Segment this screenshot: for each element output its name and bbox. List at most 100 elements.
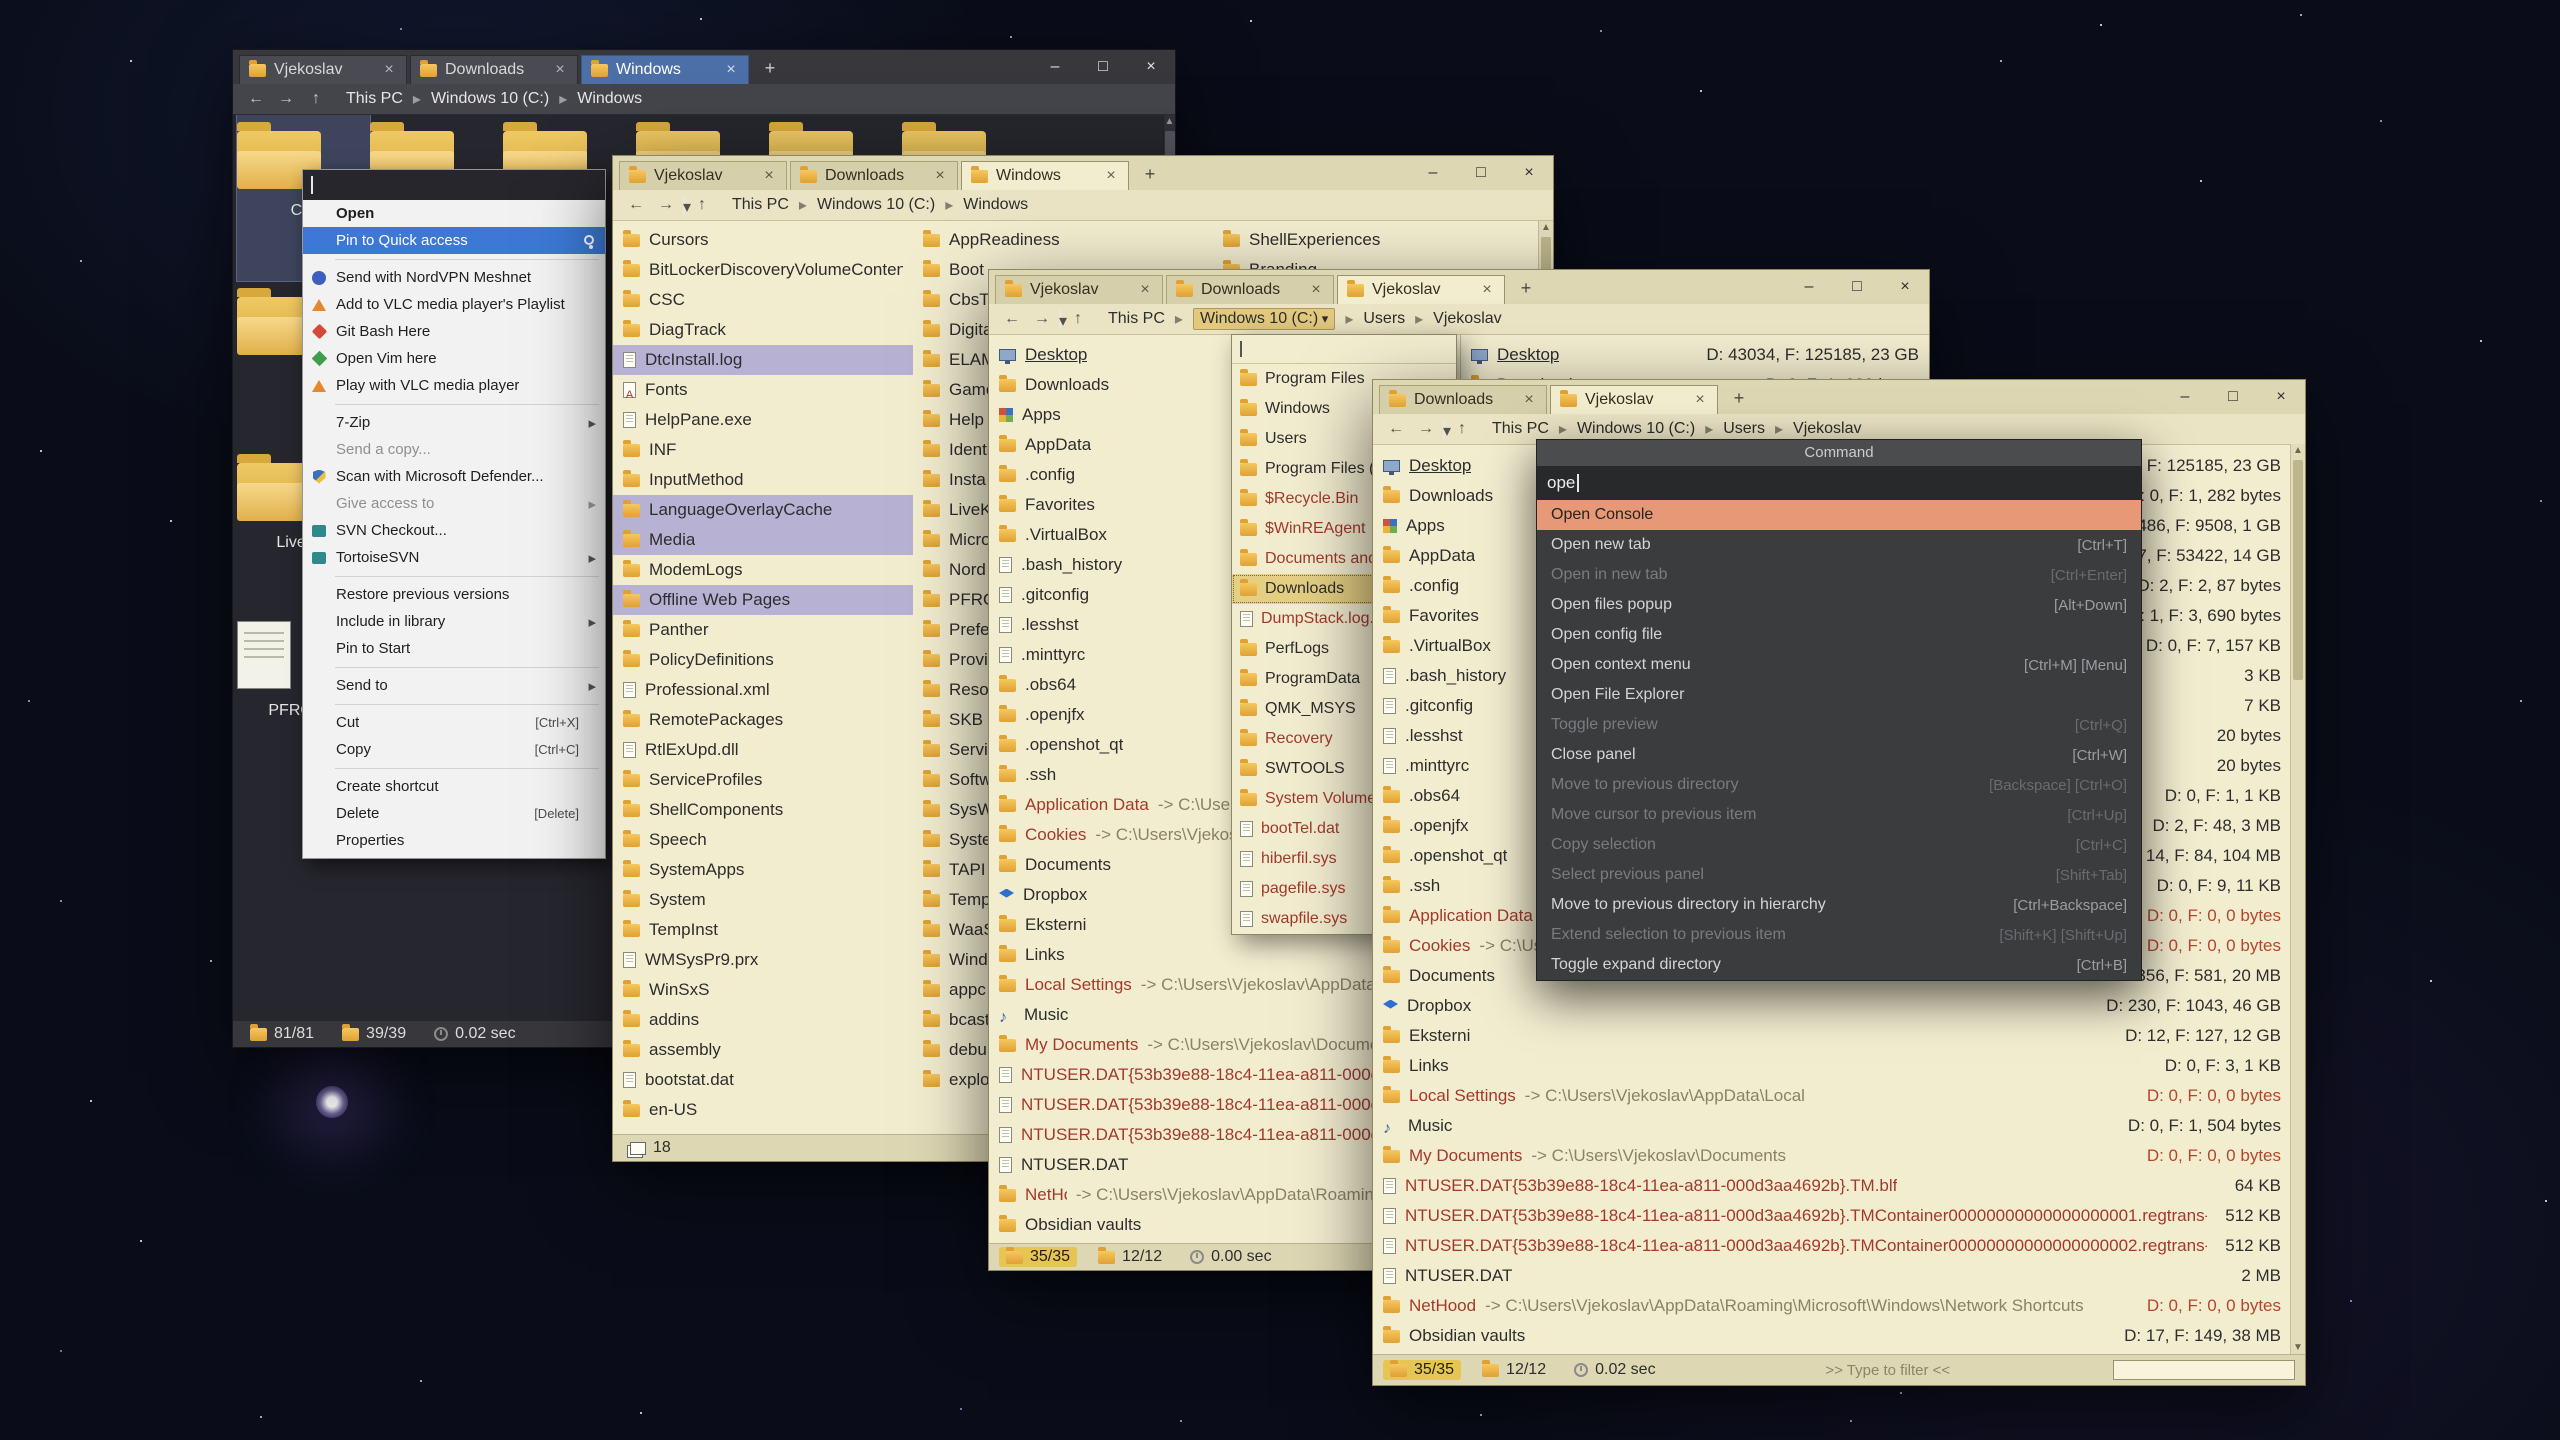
file-row[interactable]: bootstat.dat xyxy=(613,1065,913,1095)
close-button[interactable] xyxy=(2257,382,2305,412)
file-row[interactable]: Music D: 0, F: 1, 504 bytes xyxy=(1373,1111,2291,1141)
file-row[interactable]: RtlExUpd.dll xyxy=(613,735,913,765)
context-menu-item[interactable]: Send a copy... xyxy=(303,436,605,463)
context-menu-item[interactable]: Create shortcut xyxy=(303,773,605,800)
command-item[interactable]: Open in new tab [Ctrl+Enter] xyxy=(1537,560,2141,590)
tab-close-icon[interactable] xyxy=(1137,281,1153,299)
file-row[interactable]: Panther xyxy=(613,615,913,645)
context-menu-item[interactable]: Add to VLC media player's Playlist xyxy=(303,291,605,318)
file-row[interactable]: WMSysPr9.prx xyxy=(613,945,913,975)
file-row[interactable]: Local Settings -> C:\Users\Vjekoslav\App… xyxy=(1373,1081,2291,1111)
context-menu-item[interactable]: Copy [Ctrl+C] xyxy=(303,736,605,763)
context-menu-item[interactable]: TortoiseSVN xyxy=(303,544,605,571)
file-row[interactable]: TempInst xyxy=(613,915,913,945)
breadcrumb-item[interactable]: Windows xyxy=(958,194,1033,216)
command-item[interactable]: Open new tab [Ctrl+T] xyxy=(1537,530,2141,560)
command-item[interactable]: Toggle expand directory [Ctrl+B] xyxy=(1537,950,2141,980)
breadcrumb-item[interactable]: This PC xyxy=(1487,417,1572,441)
file-row[interactable]: DiagTrack xyxy=(613,315,913,345)
file-row[interactable]: ShellComponents xyxy=(613,795,913,825)
tab[interactable]: Vjekoslav xyxy=(1550,385,1718,414)
file-row[interactable]: NTUSER.DAT{53b39e88-18c4-11ea-a811-000d3… xyxy=(1373,1231,2291,1261)
context-menu-item[interactable]: Pin to Start xyxy=(303,635,605,662)
breadcrumb-item[interactable]: Windows 10 (C:) xyxy=(1188,306,1358,332)
forward-button[interactable] xyxy=(1029,307,1055,331)
tab[interactable]: Downloads xyxy=(1166,275,1334,304)
scroll-down-icon[interactable]: ▼ xyxy=(2293,1341,2303,1355)
context-menu-item[interactable] xyxy=(303,254,605,264)
up-button[interactable] xyxy=(303,87,329,111)
file-row[interactable]: BitLockerDiscoveryVolumeContents xyxy=(613,255,913,285)
maximize-button[interactable] xyxy=(1079,52,1127,82)
back-button[interactable] xyxy=(1383,417,1409,441)
back-button[interactable] xyxy=(999,307,1025,331)
file-row[interactable]: Obsidian vaults D: 17, F: 149, 38 MB xyxy=(1373,1321,2291,1351)
command-item[interactable]: Open File Explorer xyxy=(1537,680,2141,710)
breadcrumb-item[interactable]: This PC xyxy=(1103,307,1188,331)
scroll-up-icon[interactable]: ▲ xyxy=(1541,221,1551,235)
history-dropdown-button[interactable] xyxy=(1443,420,1445,438)
back-button[interactable] xyxy=(623,193,649,217)
breadcrumb-item[interactable]: Windows 10 (C:) xyxy=(1572,417,1718,441)
new-tab-button[interactable]: + xyxy=(1510,274,1542,302)
file-row[interactable]: InputMethod xyxy=(613,465,913,495)
context-menu-item[interactable] xyxy=(303,399,605,409)
breadcrumb-item[interactable]: Users xyxy=(1358,307,1428,331)
minimize-button[interactable] xyxy=(1409,158,1457,188)
context-menu-item[interactable]: Include in library xyxy=(303,608,605,635)
breadcrumb-item[interactable]: Windows 10 (C:) xyxy=(426,87,572,111)
file-row[interactable]: My Documents -> C:\Users\Vjekoslav\Docum… xyxy=(1373,1141,2291,1171)
tab-close-icon[interactable] xyxy=(1479,281,1495,299)
close-button[interactable] xyxy=(1881,272,1929,302)
breadcrumb-item[interactable]: Vjekoslav xyxy=(1788,418,1866,440)
tab[interactable]: Downloads xyxy=(410,55,578,84)
file-row[interactable]: PolicyDefinitions xyxy=(613,645,913,675)
context-menu-item[interactable]: Open xyxy=(303,200,605,227)
file-row[interactable]: NetHood -> C:\Users\Vjekoslav\AppData\Ro… xyxy=(1373,1291,2291,1321)
file-row[interactable]: ServiceProfiles xyxy=(613,765,913,795)
context-menu-item[interactable]: Give access to xyxy=(303,490,605,517)
context-menu-filter-input[interactable] xyxy=(303,170,605,200)
context-menu-item[interactable]: Play with VLC media player xyxy=(303,372,605,399)
new-tab-button[interactable]: + xyxy=(1134,160,1166,188)
command-item[interactable]: Extend selection to previous item [Shift… xyxy=(1537,920,2141,950)
filter-input[interactable] xyxy=(2113,1360,2295,1380)
up-button[interactable] xyxy=(1449,417,1475,441)
breadcrumb-item[interactable]: Windows 10 (C:) xyxy=(812,193,958,217)
close-button[interactable] xyxy=(1505,158,1553,188)
command-palette-input[interactable]: ope xyxy=(1537,466,2141,500)
breadcrumb-item[interactable]: Users xyxy=(1718,417,1788,441)
command-item[interactable]: Move to previous directory in hierarchy … xyxy=(1537,890,2141,920)
close-button[interactable] xyxy=(1127,52,1175,82)
maximize-button[interactable] xyxy=(2209,382,2257,412)
file-row[interactable]: Eksterni D: 12, F: 127, 12 GB xyxy=(1373,1021,2291,1051)
file-row[interactable]: Fonts xyxy=(613,375,913,405)
tab-close-icon[interactable] xyxy=(1521,391,1537,409)
new-tab-button[interactable]: + xyxy=(754,54,786,82)
file-row[interactable]: INF xyxy=(613,435,913,465)
tab[interactable]: Downloads xyxy=(1379,385,1547,414)
file-row[interactable]: HelpPane.exe xyxy=(613,405,913,435)
tab-close-icon[interactable] xyxy=(552,61,568,79)
context-menu-item[interactable]: Send with NordVPN Meshnet xyxy=(303,264,605,291)
context-menu-item[interactable] xyxy=(303,763,605,773)
file-row[interactable]: Links D: 0, F: 3, 1 KB xyxy=(1373,1051,2291,1081)
maximize-button[interactable] xyxy=(1833,272,1881,302)
forward-button[interactable] xyxy=(1413,417,1439,441)
back-button[interactable] xyxy=(243,87,269,111)
tab[interactable]: Windows xyxy=(961,161,1129,190)
breadcrumb-item[interactable]: Vjekoslav xyxy=(1428,308,1506,330)
context-menu-item[interactable]: Restore previous versions xyxy=(303,581,605,608)
command-item[interactable]: Open Console xyxy=(1537,500,2141,530)
minimize-button[interactable] xyxy=(2161,382,2209,412)
up-button[interactable] xyxy=(1065,307,1091,331)
breadcrumb-item[interactable]: This PC xyxy=(727,193,812,217)
scrollbar-thumb[interactable] xyxy=(2293,460,2303,680)
tab-close-icon[interactable] xyxy=(723,61,739,79)
file-row[interactable]: DtcInstall.log xyxy=(613,345,913,375)
breadcrumb-item[interactable]: This PC xyxy=(341,87,426,111)
file-row[interactable]: NTUSER.DAT{53b39e88-18c4-11ea-a811-000d3… xyxy=(1373,1171,2291,1201)
tab[interactable]: Windows xyxy=(581,55,749,84)
command-item[interactable]: Open config file xyxy=(1537,620,2141,650)
minimize-button[interactable] xyxy=(1785,272,1833,302)
